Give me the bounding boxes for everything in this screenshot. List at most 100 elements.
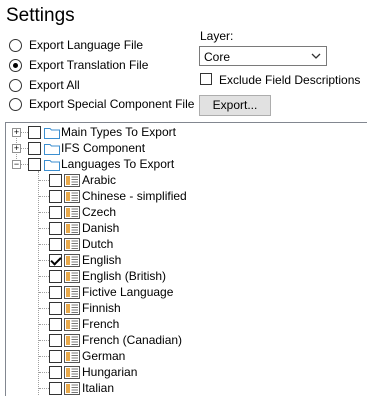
language-file-icon: [64, 302, 80, 315]
tree-connector: [39, 212, 49, 213]
radio-export-translation-file[interactable]: Export Translation File: [9, 58, 148, 74]
tree-node-label: Danish: [82, 221, 120, 235]
tree-node-language[interactable]: German: [6, 348, 366, 364]
radio-export-language-file[interactable]: Export Language File: [9, 38, 143, 54]
radio-circle[interactable]: [9, 98, 22, 111]
tree-node-label: Dutch: [82, 237, 114, 251]
expand-plus-icon[interactable]: +: [12, 128, 21, 137]
tree-node-language[interactable]: English (British): [6, 268, 366, 284]
tree-checkbox[interactable]: [49, 222, 62, 235]
tree-node-label: Chinese - simplified: [82, 189, 187, 203]
tree-checkbox[interactable]: [28, 158, 41, 171]
folder-icon: [44, 142, 60, 155]
tree-connector: [39, 356, 49, 357]
tree-node-language[interactable]: Italian: [6, 380, 366, 396]
tree-checkbox[interactable]: [28, 126, 41, 139]
tree-node-language[interactable]: English: [6, 252, 366, 268]
tree-checkbox[interactable]: [49, 238, 62, 251]
tree-node-label: Languages To Export: [61, 157, 175, 171]
language-file-icon: [64, 206, 80, 219]
tree-node-label: English (British): [82, 269, 167, 283]
tree-node-label: English: [82, 253, 122, 267]
language-file-icon: [64, 350, 80, 363]
collapse-minus-icon[interactable]: −: [12, 160, 21, 169]
language-file-icon: [64, 238, 80, 251]
tree-checkbox[interactable]: [49, 270, 62, 283]
tree-node-language[interactable]: Czech: [6, 204, 366, 220]
tree-node-language[interactable]: Fictive Language: [6, 284, 366, 300]
tree-connector: [39, 244, 49, 245]
language-file-icon: [64, 222, 80, 235]
tree-connector: [39, 308, 49, 309]
tree-connector: [39, 276, 49, 277]
tree-node-language[interactable]: Danish: [6, 220, 366, 236]
tree-connector: [39, 324, 49, 325]
language-file-icon: [64, 270, 80, 283]
tree-node-language[interactable]: French (Canadian): [6, 332, 366, 348]
tree-node-language[interactable]: Chinese - simplified: [6, 188, 366, 204]
folder-icon: [44, 126, 60, 139]
tree-connector: [39, 388, 49, 389]
language-file-icon: [64, 286, 80, 299]
tree-connector: [39, 372, 49, 373]
tree-node-language[interactable]: Hungarian: [6, 364, 366, 380]
radio-label: Export Special Component File: [29, 97, 195, 111]
tree-connector: [39, 228, 49, 229]
tree-connector: [39, 180, 49, 181]
tree-node-label: Main Types To Export: [61, 125, 176, 139]
tree-node-ifs-component[interactable]: + IFS Component: [6, 140, 366, 156]
tree-node-label: Finnish: [82, 301, 121, 315]
tree-node-label: German: [82, 349, 126, 363]
language-file-icon: [64, 382, 80, 395]
tree-node-language[interactable]: Finnish: [6, 300, 366, 316]
tree-checkbox[interactable]: [49, 206, 62, 219]
tree-node-main-types[interactable]: + Main Types To Export: [6, 124, 366, 140]
export-tree[interactable]: + Main Types To Export + IFS Component −…: [5, 122, 367, 396]
tree-node-label: French (Canadian): [82, 333, 183, 347]
chevron-down-icon: [311, 49, 321, 66]
tree-checkbox[interactable]: [49, 254, 62, 267]
language-file-icon: [64, 174, 80, 187]
exclude-field-descriptions-label: Exclude Field Descriptions: [219, 73, 361, 87]
folder-icon: [44, 158, 60, 171]
tree-node-label: French: [82, 317, 120, 331]
expand-plus-icon[interactable]: +: [12, 144, 21, 153]
tree-node-language[interactable]: Arabic: [6, 172, 366, 188]
page-title: Settings: [6, 5, 75, 26]
layer-label: Layer:: [200, 29, 234, 43]
tree-node-label: IFS Component: [61, 141, 146, 155]
tree-checkbox[interactable]: [49, 366, 62, 379]
radio-export-all[interactable]: Export All: [9, 78, 129, 94]
tree-connector: [39, 292, 49, 293]
tree-node-label: Fictive Language: [82, 285, 174, 299]
tree-checkbox[interactable]: [49, 382, 62, 395]
tree-checkbox[interactable]: [28, 142, 41, 155]
radio-circle[interactable]: [9, 79, 22, 92]
tree-checkbox[interactable]: [49, 302, 62, 315]
tree-checkbox[interactable]: [49, 286, 62, 299]
tree-checkbox[interactable]: [49, 318, 62, 331]
language-file-icon: [64, 334, 80, 347]
tree-node-label: Italian: [82, 381, 115, 395]
tree-node-languages[interactable]: − Languages To Export: [6, 156, 366, 172]
tree-node-label: Czech: [82, 205, 117, 219]
tree-node-label: Hungarian: [82, 365, 138, 379]
radio-label: Export Translation File: [29, 58, 149, 72]
tree-connector: [39, 196, 49, 197]
language-file-icon: [64, 366, 80, 379]
layer-select[interactable]: Core: [199, 46, 327, 66]
tree-checkbox[interactable]: [49, 190, 62, 203]
radio-label: Export All: [29, 78, 80, 92]
tree-node-language[interactable]: French: [6, 316, 366, 332]
tree-checkbox[interactable]: [49, 350, 62, 363]
radio-circle[interactable]: [9, 59, 22, 72]
tree-checkbox[interactable]: [49, 174, 62, 187]
tree-checkbox[interactable]: [49, 334, 62, 347]
exclude-field-descriptions-checkbox[interactable]: [200, 73, 212, 85]
radio-circle[interactable]: [9, 39, 22, 52]
radio-label: Export Language File: [29, 38, 144, 52]
radio-export-special-component-file[interactable]: Export Special Component File: [9, 97, 194, 113]
export-button[interactable]: Export...: [199, 95, 271, 116]
tree-connector: [39, 260, 49, 261]
tree-node-language[interactable]: Dutch: [6, 236, 366, 252]
